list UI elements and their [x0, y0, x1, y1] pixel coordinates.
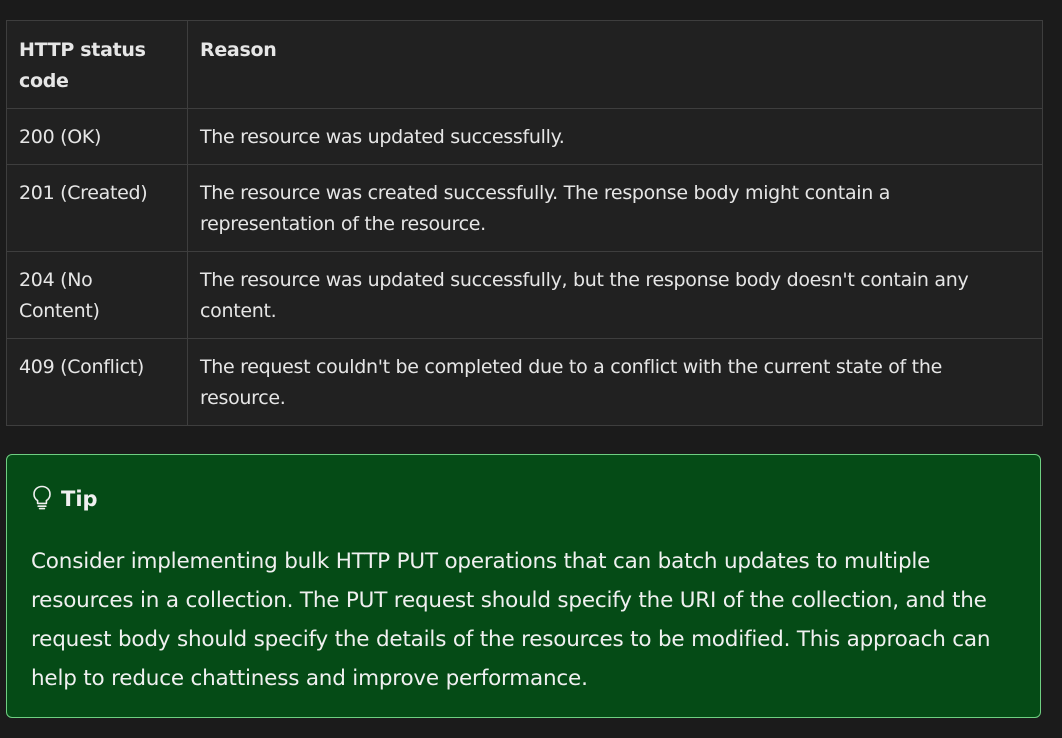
status-code-cell: 201 (Created) [6, 164, 188, 252]
reason-cell: The request couldn't be completed due to… [187, 338, 1043, 426]
column-header-status-code: HTTP status code [6, 20, 188, 109]
lightbulb-icon [31, 484, 61, 515]
table-row: 409 (Conflict) The request couldn't be c… [6, 338, 1043, 426]
status-code-cell: 409 (Conflict) [6, 338, 188, 426]
tip-body-text: Consider implementing bulk HTTP PUT oper… [31, 549, 991, 691]
reason-cell: The resource was created successfully. T… [187, 164, 1043, 252]
reason-cell: The resource was updated successfully, b… [187, 251, 1043, 339]
table-row: 200 (OK) The resource was updated succes… [6, 108, 1043, 165]
table-header-row: HTTP status code Reason [6, 20, 1043, 109]
tip-header: Tip [31, 483, 1016, 515]
status-code-cell: 204 (No Content) [6, 251, 188, 339]
tip-callout: Tip Consider implementing bulk HTTP PUT … [6, 454, 1041, 718]
table-row: 201 (Created) The resource was created s… [6, 164, 1043, 252]
page: HTTP status code Reason 200 (OK) The res… [0, 0, 1062, 738]
column-header-reason: Reason [187, 20, 1043, 109]
tip-title: Tip [61, 487, 98, 511]
reason-cell: The resource was updated successfully. [187, 108, 1043, 165]
status-code-cell: 200 (OK) [6, 108, 188, 165]
http-status-table: HTTP status code Reason 200 (OK) The res… [6, 20, 1043, 426]
table-row: 204 (No Content) The resource was update… [6, 251, 1043, 339]
